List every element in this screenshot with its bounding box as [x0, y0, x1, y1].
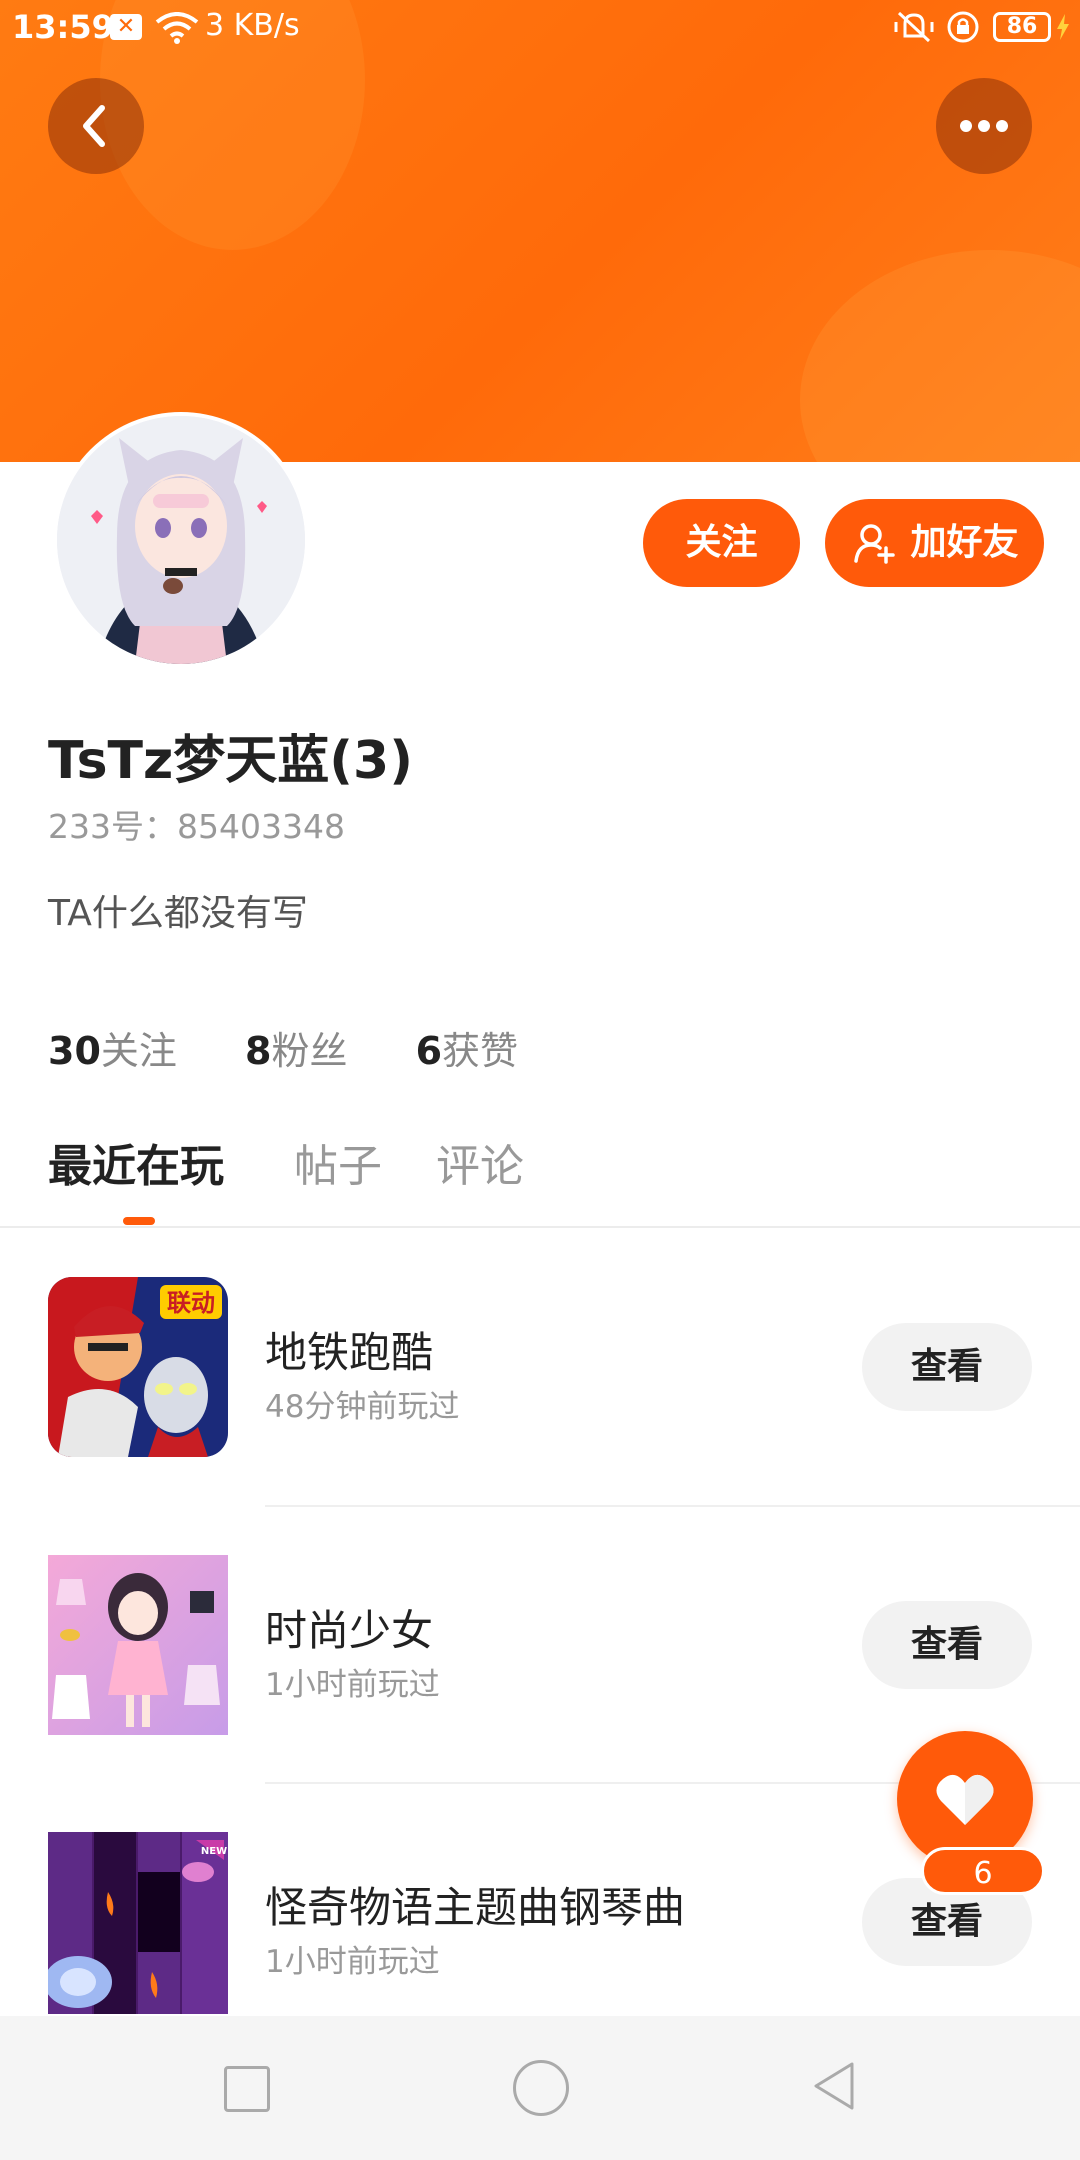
- game-last-played: 48分钟前玩过: [265, 1389, 460, 1425]
- game-last-played: 1小时前玩过: [265, 1944, 440, 1980]
- more-button[interactable]: [936, 78, 1032, 174]
- chevron-left-icon: [83, 105, 105, 147]
- stat-fans[interactable]: 8粉丝: [245, 1020, 347, 1075]
- game-title: 时尚少女: [265, 1606, 434, 1655]
- avatar[interactable]: [53, 412, 309, 668]
- view-button[interactable]: 查看: [862, 1323, 1032, 1411]
- rotation-lock-icon: [947, 11, 979, 43]
- system-nav-bar: [0, 2016, 1080, 2160]
- back-button[interactable]: [48, 78, 144, 174]
- stat-likes[interactable]: 6获赞: [416, 1020, 518, 1075]
- battery-indicator: 86: [993, 12, 1051, 42]
- tab-recent-games[interactable]: 最近在玩: [48, 1130, 224, 1194]
- avatar-image: [57, 416, 305, 664]
- follow-button[interactable]: 关注: [643, 499, 800, 587]
- list-item[interactable]: 时尚少女 1小时前玩过 查看: [0, 1555, 1080, 1735]
- profile-stats: 30关注 8粉丝 6获赞: [48, 1020, 574, 1075]
- profile-header-banner: 13:59 ✕ 3 KB/s 86: [0, 0, 1080, 462]
- like-count-badge: 6: [921, 1847, 1045, 1895]
- user-plus-icon: [854, 524, 895, 564]
- game-icon-fashion-girl: [48, 1555, 228, 1735]
- active-tab-indicator: [123, 1217, 155, 1225]
- divider: [0, 1226, 1080, 1228]
- divider: [265, 1505, 1080, 1507]
- game-title: 地铁跑酷: [265, 1328, 434, 1377]
- game-title: 怪奇物语主题曲钢琴曲: [265, 1883, 686, 1932]
- status-time: 13:59: [12, 8, 114, 46]
- add-friend-label: 加好友: [910, 522, 1019, 563]
- stat-following[interactable]: 30关注: [48, 1020, 177, 1075]
- view-button[interactable]: 查看: [862, 1601, 1032, 1689]
- vibrate-off-icon: [894, 11, 934, 43]
- notification-x-icon: ✕: [110, 14, 142, 40]
- game-last-played: 1小时前玩过: [265, 1667, 440, 1703]
- back-triangle-icon[interactable]: [808, 2058, 860, 2114]
- username: TsTz梦天蓝(3): [48, 731, 413, 791]
- recents-icon[interactable]: [224, 2066, 270, 2112]
- tab-comments[interactable]: 评论: [436, 1130, 524, 1194]
- game-icon-badge: NEW: [201, 1846, 227, 1857]
- network-speed: 3 KB/s: [205, 8, 300, 43]
- home-icon[interactable]: [513, 2060, 569, 2116]
- list-item[interactable]: NEW 怪奇物语主题曲钢琴曲 1小时前玩过 查看: [0, 1832, 1080, 2014]
- heart-icon: [936, 1774, 994, 1825]
- user-bio: TA什么都没有写: [48, 893, 308, 934]
- more-dots-icon: [960, 120, 1008, 132]
- tab-posts[interactable]: 帖子: [294, 1130, 382, 1194]
- wifi-icon: [155, 12, 199, 44]
- user-id: 233号：85403348: [48, 807, 345, 846]
- charging-icon: [1057, 14, 1069, 40]
- game-icon-stranger-things-piano: NEW: [48, 1832, 228, 2014]
- status-bar: 13:59 ✕ 3 KB/s 86: [0, 0, 1080, 52]
- banner-decoration: [800, 250, 1080, 462]
- list-item[interactable]: 联动 地铁跑酷 48分钟前玩过 查看: [0, 1277, 1080, 1457]
- game-icon-subway-surfers: 联动: [48, 1277, 228, 1457]
- add-friend-button[interactable]: 加好友: [825, 499, 1044, 587]
- game-icon-badge: 联动: [167, 1289, 215, 1317]
